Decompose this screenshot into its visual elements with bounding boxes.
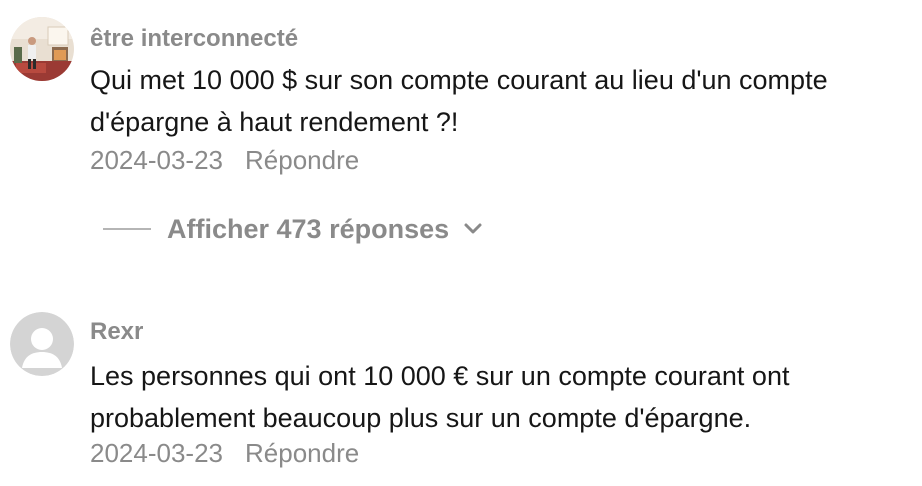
- user-photo-avatar-icon[interactable]: [10, 17, 74, 81]
- comment-text: Qui met 10 000 $ sur son compte courant …: [90, 65, 828, 137]
- divider-line: [103, 228, 151, 230]
- comment-username[interactable]: être interconnecté: [90, 25, 298, 53]
- comment-text: Les personnes qui ont 10 000 € sur un co…: [90, 361, 790, 433]
- view-replies-button[interactable]: Afficher 473 réponses: [103, 211, 483, 247]
- default-user-avatar-icon[interactable]: [10, 312, 74, 376]
- chevron-down-icon: [463, 222, 483, 236]
- comment-username[interactable]: Rexr: [90, 318, 143, 346]
- comment-meta: 2024-03-23 Répondre: [90, 438, 359, 469]
- comment-date: 2024-03-23: [90, 145, 223, 175]
- comment-date: 2024-03-23: [90, 438, 223, 468]
- reply-button[interactable]: Répondre: [245, 438, 359, 468]
- view-replies-label: Afficher 473 réponses: [167, 213, 450, 244]
- comment-meta: 2024-03-23 Répondre: [90, 145, 359, 176]
- reply-button[interactable]: Répondre: [245, 145, 359, 175]
